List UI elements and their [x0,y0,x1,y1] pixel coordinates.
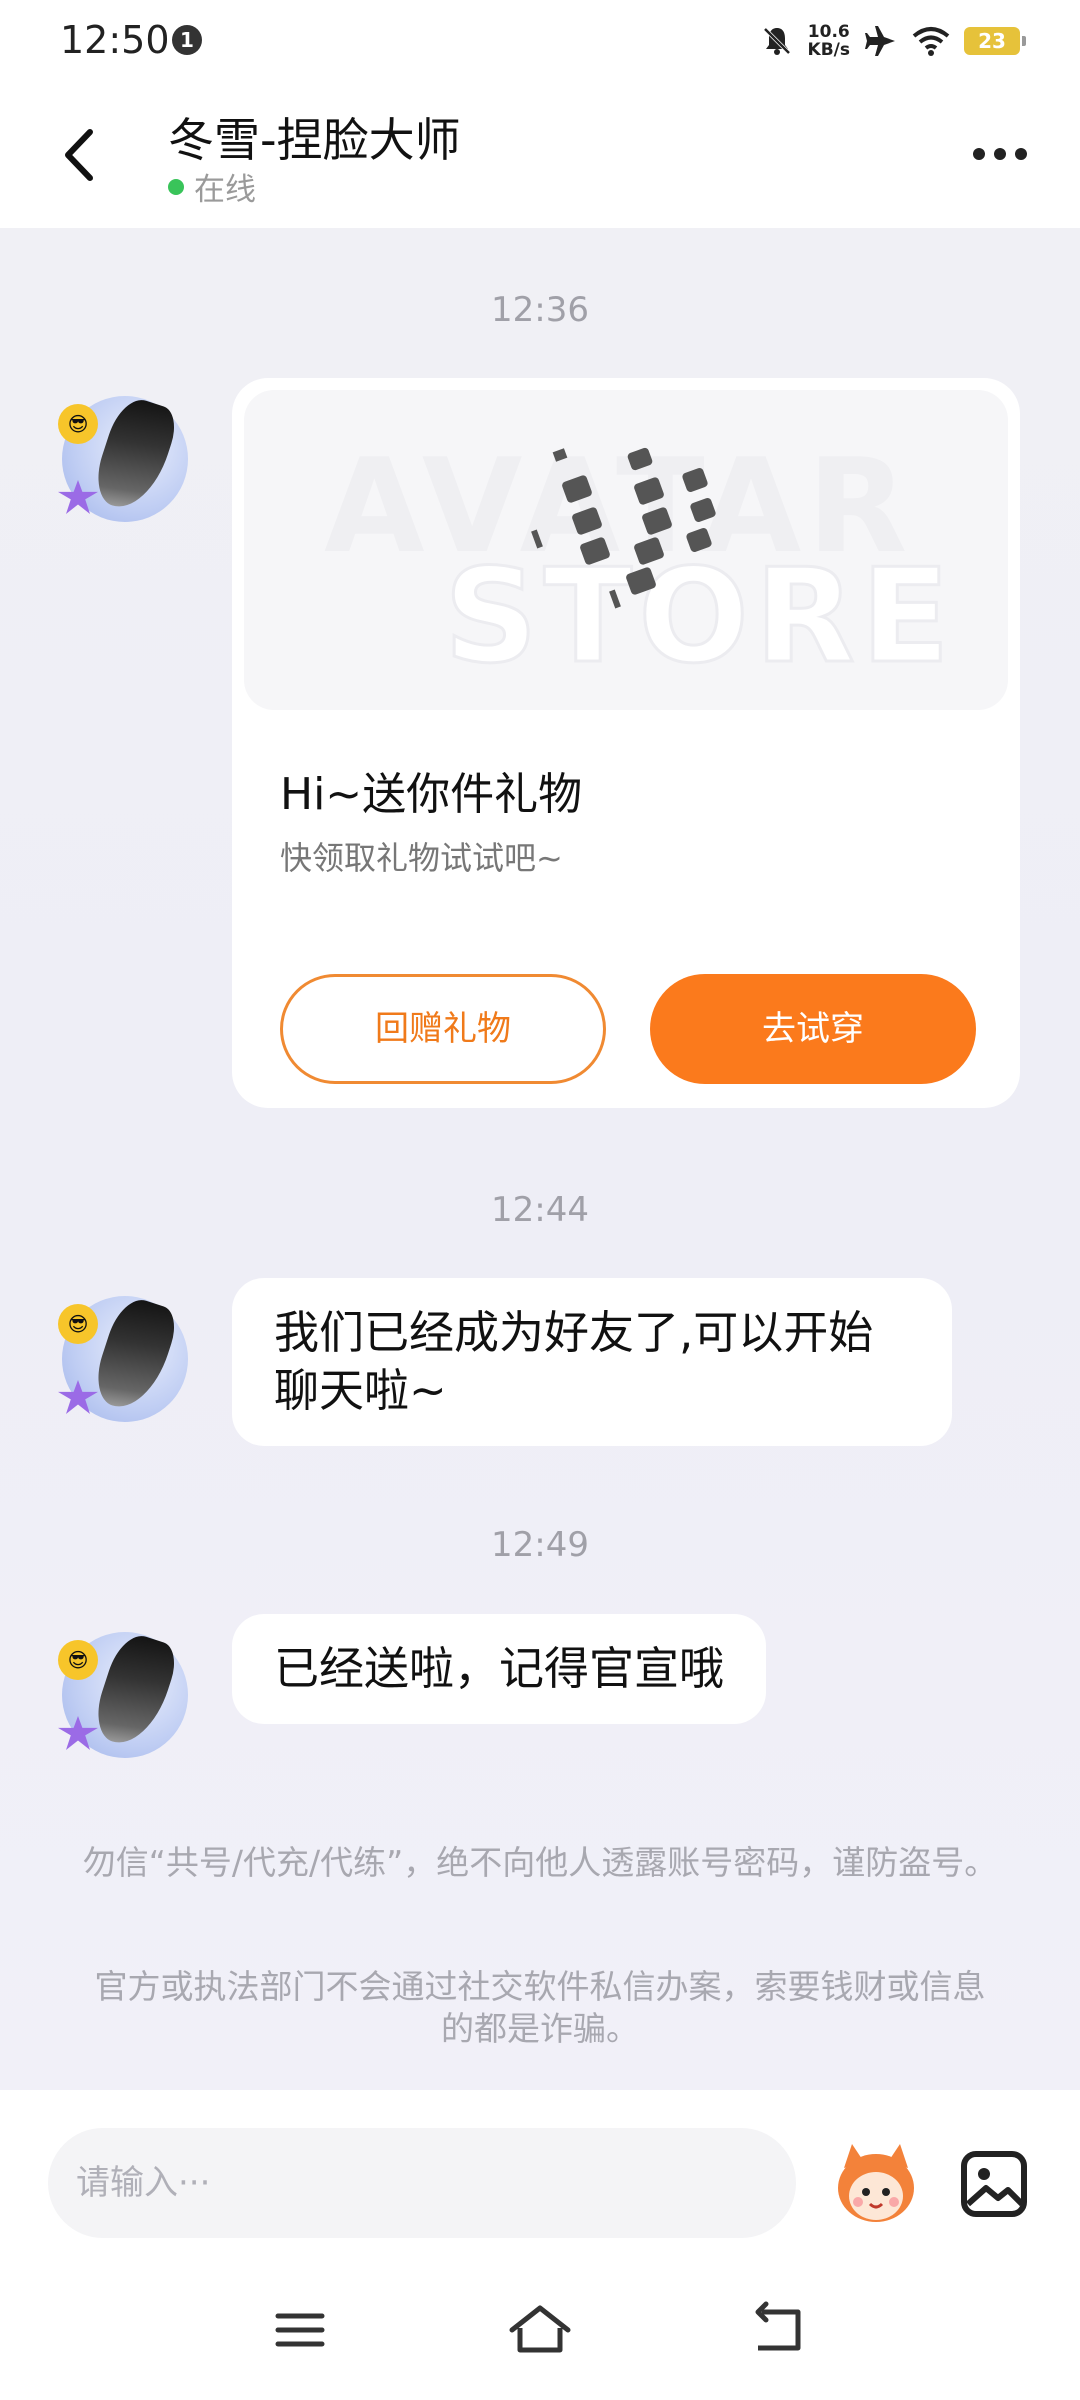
online-dot [168,178,184,195]
net-speed: 10.6 KB/s [808,23,850,59]
sunglasses-emoji-icon: 😎 [58,1640,98,1680]
back-button[interactable] [48,120,118,190]
home-nav-button[interactable] [500,2298,580,2362]
mascot-icon [838,2144,914,2222]
more-button[interactable] [960,134,1040,174]
star-icon [58,1716,98,1750]
message-bubble[interactable]: 我们已经成为好友了,可以开始聊天啦~ [232,1278,952,1446]
notification-badge: 1 [172,25,202,55]
image-icon [961,2151,1027,2217]
star-icon [58,1380,98,1414]
gift-subtitle: 快领取礼物试试吧~ [280,839,563,877]
timestamp: 12:36 [491,290,589,330]
chat-area[interactable]: 12:36 😎 AVATAR STORE Hi~送你件礼物 快领取礼物试试吧~ … [0,228,1080,2090]
menu-nav-button[interactable] [260,2298,340,2362]
gift-card[interactable]: AVATAR STORE Hi~送你件礼物 快领取礼物试试吧~ 回赠礼物 去试穿 [232,378,1020,1108]
mute-bell-icon [763,27,790,55]
avatar[interactable]: 😎 [58,1629,188,1758]
avatar[interactable]: 😎 [58,1293,188,1422]
message-bubble[interactable]: 已经送啦，记得官宣哦 [232,1614,767,1724]
avatar-hair [88,393,182,517]
avatar-hair [88,1629,182,1753]
gift-image[interactable]: AVATAR STORE [244,390,1008,710]
mascot-button[interactable] [830,2138,922,2230]
more-icon [1015,148,1027,160]
battery-indicator: 23 [964,27,1026,55]
home-icon [509,2305,571,2353]
return-gift-button[interactable]: 回赠礼物 [280,974,606,1084]
more-icon [994,148,1006,160]
status-icons: 10.6 KB/s 23 [760,18,1026,64]
avatar-hair [88,1293,182,1417]
avatar[interactable]: 😎 [58,393,188,522]
net-speed-unit: KB/s [807,40,850,60]
timestamp: 12:49 [491,1525,589,1565]
chat-header: 冬雪-捏脸大师 在线 [0,82,1080,228]
status-bar: 12:50 1 10.6 KB/s 23 [0,0,1080,82]
status-time: 12:50 [60,18,170,62]
online-status-label: 在线 [194,172,256,208]
star-icon [58,480,98,514]
sunglasses-emoji-icon: 😎 [58,404,98,444]
back-arrow-icon [65,129,93,181]
system-nav-bar [0,2260,1080,2400]
gift-title: Hi~送你件礼物 [280,769,583,820]
try-on-button[interactable]: 去试穿 [650,974,976,1084]
return-icon [755,2301,801,2351]
online-status: 在线 [168,164,256,209]
back-nav-button[interactable] [740,2298,820,2362]
message-input[interactable] [48,2128,796,2238]
sunglasses-emoji-icon: 😎 [58,1304,98,1344]
security-notice: 勿信“共号/代充/代练”，绝不向他人透露账号密码，谨防盗号。 [82,1843,998,1882]
menu-icon [275,2313,325,2347]
more-icon [973,148,985,160]
airplane-icon [865,26,895,56]
wifi-icon [912,27,950,56]
timestamp: 12:44 [491,1190,589,1230]
fraud-notice: 官方或执法部门不会通过社交软件私信办案，索要钱财或信息的都是诈骗。 [94,1967,986,2048]
gift-item-image [531,447,716,609]
image-button[interactable] [958,2148,1030,2220]
input-bar [0,2090,1080,2260]
contact-name: 冬雪-捏脸大师 [168,113,461,167]
net-speed-value: 10.6 [807,22,850,42]
